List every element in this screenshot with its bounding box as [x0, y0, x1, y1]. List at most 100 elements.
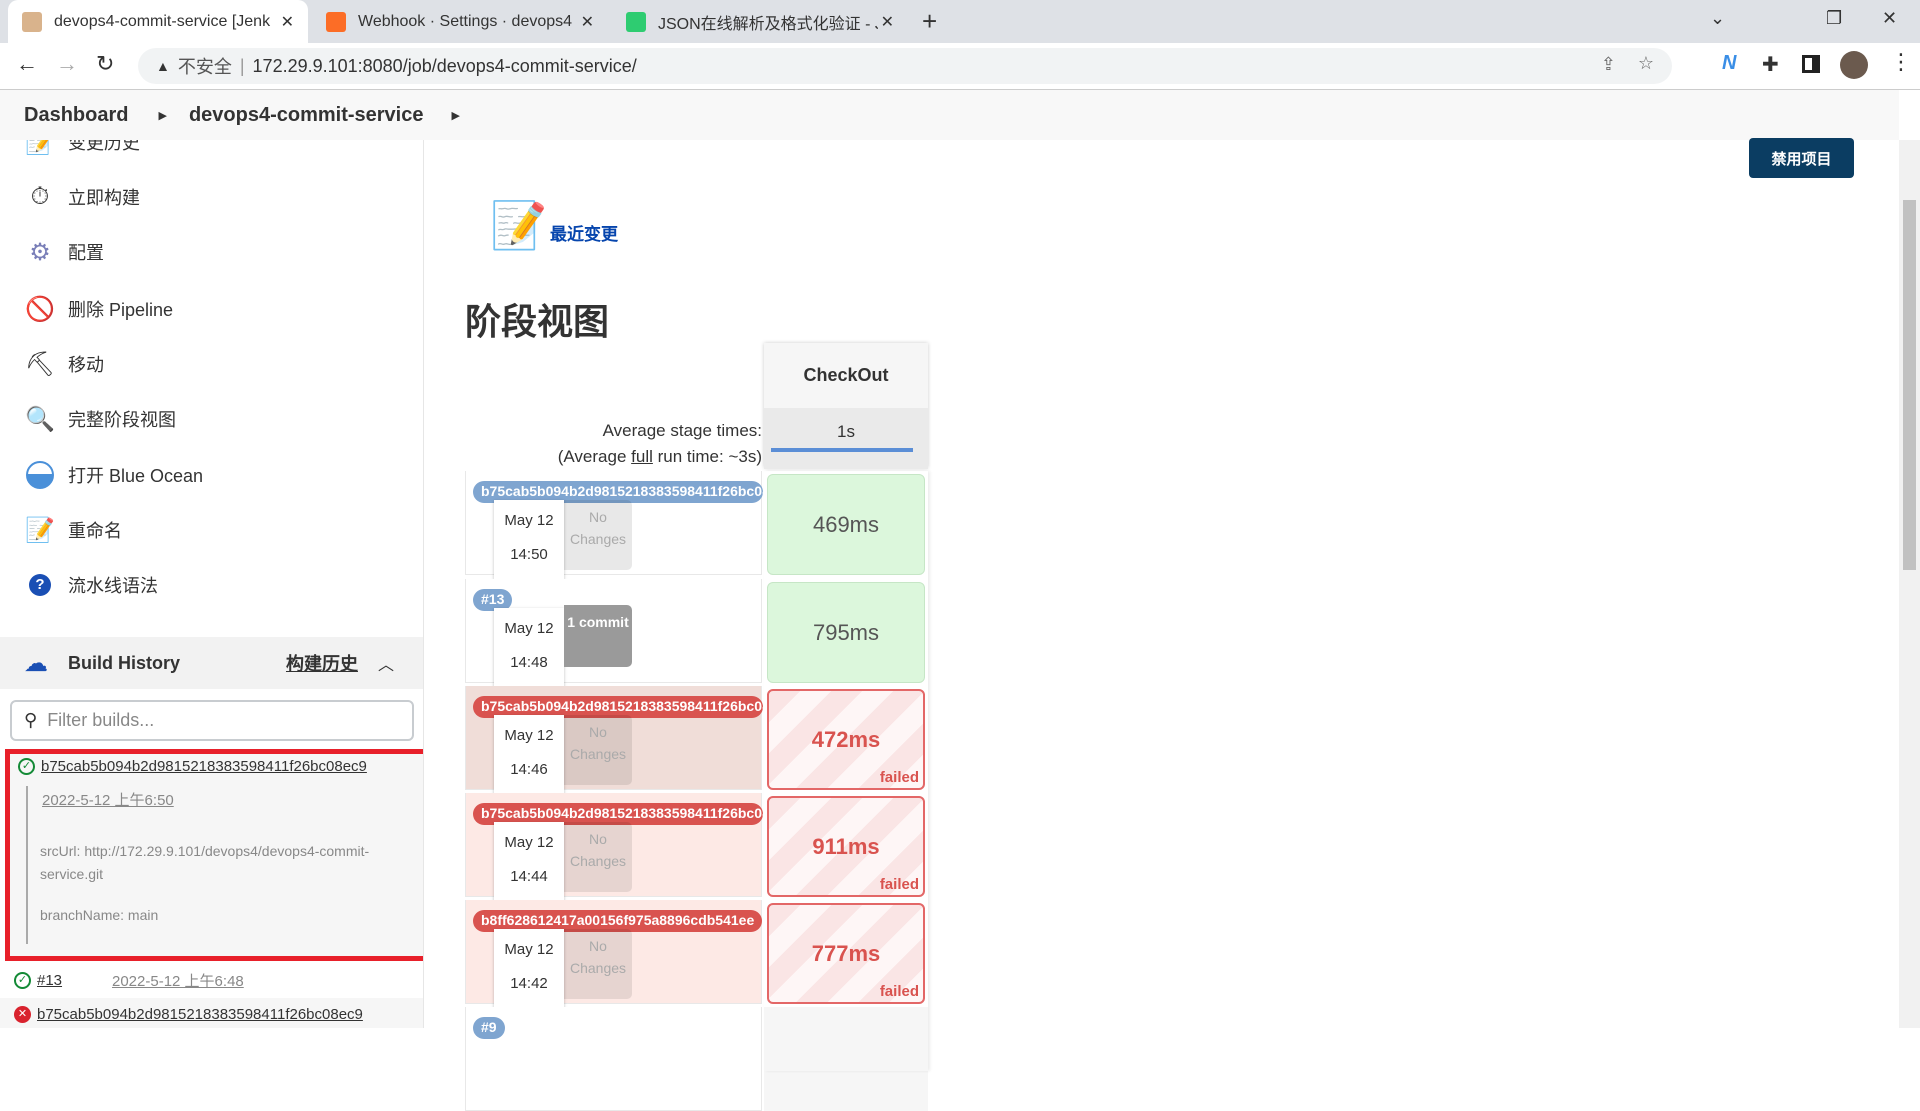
- warning-icon: ▲: [156, 58, 170, 74]
- no-entry-icon: 🚫: [25, 295, 55, 323]
- breadcrumb-dashboard[interactable]: Dashboard: [24, 104, 128, 127]
- failed-label: failed: [879, 876, 919, 893]
- sidebar-item-rename[interactable]: 📝 重命名: [24, 510, 122, 550]
- run-badge[interactable]: #9: [473, 1017, 505, 1039]
- build-history-link[interactable]: 构建历史: [286, 650, 358, 676]
- avg-full-prefix: (Average: [557, 447, 632, 466]
- notepad-icon: 📝: [25, 140, 55, 156]
- sidebar-item-changes[interactable]: 📝 变更历史: [24, 140, 140, 162]
- run-date-day: May 12: [504, 834, 554, 851]
- security-label[interactable]: 不安全: [178, 53, 232, 79]
- clock-play-icon: ⏱: [30, 183, 50, 210]
- build-history-title: Build History: [68, 652, 181, 673]
- menu-icon[interactable]: ⋮: [1890, 49, 1912, 75]
- run-row[interactable]: b75cab5b094b2d9815218383598411f26bc08ec9…: [465, 793, 763, 902]
- run-row[interactable]: b8ff628612417a00156f975a8896cdb541ee May …: [465, 900, 763, 1009]
- stage-header-checkout: CheckOut 1s: [764, 343, 928, 469]
- share-icon[interactable]: ⇪: [1601, 54, 1616, 75]
- run-row[interactable]: #13 May 12 14:48 1 commit: [465, 579, 762, 688]
- build-link[interactable]: b75cab5b094b2d9815218383598411f26bc08ec9: [41, 758, 367, 775]
- scrollbar[interactable]: [1899, 140, 1920, 1028]
- close-tab-icon[interactable]: ✕: [281, 12, 294, 32]
- run-changes[interactable]: 1 commit: [564, 605, 632, 667]
- sidepanel-icon[interactable]: [1802, 55, 1820, 73]
- new-tab-button[interactable]: +: [922, 6, 937, 37]
- run-date-day: May 12: [504, 941, 554, 958]
- minimize-icon[interactable]: ⌄: [1710, 8, 1725, 29]
- close-tab-icon[interactable]: ✕: [881, 12, 894, 32]
- address-bar[interactable]: ▲ 不安全 | 172.29.9.101:8080/job/devops4-co…: [138, 48, 1672, 84]
- sidebar-item-label: 打开 Blue Ocean: [68, 466, 204, 486]
- scrollbar-thumb[interactable]: [1903, 200, 1916, 570]
- stage-view-title: 阶段视图: [465, 301, 610, 342]
- run-date: May 12 14:44: [494, 822, 564, 902]
- build-row: ✓ #13 2022-5-12 上午6:48: [14, 970, 244, 991]
- sidebar-item-label: 配置: [68, 243, 104, 263]
- tab-jenkins[interactable]: devops4-commit-service [Jenk ✕: [8, 0, 308, 43]
- recent-changes-link[interactable]: 最近变更: [550, 220, 618, 245]
- magnifier-icon: 🔍: [25, 405, 55, 433]
- chevron-right-icon[interactable]: ▶: [158, 109, 166, 122]
- tab-webhook[interactable]: Webhook · Settings · devops4 · ✕: [312, 0, 608, 43]
- sidebar-item-label: 重命名: [68, 521, 122, 541]
- run-changes[interactable]: No Changes: [564, 715, 632, 785]
- sidebar-item-full-stage-view[interactable]: 🔍 完整阶段视图: [24, 399, 176, 439]
- run-date-day: May 12: [504, 620, 554, 637]
- stage-duration: 469ms: [812, 511, 880, 537]
- filter-builds-input[interactable]: ⚲ Filter builds...: [10, 700, 414, 741]
- sidebar-item-blue-ocean[interactable]: 打开 Blue Ocean: [24, 455, 203, 495]
- run-row[interactable]: b75cab5b094b2d9815218383598411f26bc08ec9…: [465, 686, 763, 795]
- restore-icon[interactable]: ❐: [1826, 8, 1842, 29]
- filter-placeholder: Filter builds...: [47, 710, 155, 730]
- back-icon[interactable]: ←: [16, 51, 38, 77]
- run-time: 14:44: [510, 868, 548, 885]
- run-row[interactable]: b75cab5b094b2d9815218383598411f26bc08ec9…: [465, 471, 763, 580]
- tab-strip: devops4-commit-service [Jenk ✕ Webhook · …: [0, 0, 1920, 43]
- close-window-icon[interactable]: ✕: [1882, 8, 1897, 29]
- sidebar-item-delete[interactable]: 🚫 删除 Pipeline: [24, 289, 173, 329]
- run-date: May 12 14:46: [494, 715, 564, 795]
- extension-n-icon[interactable]: N: [1722, 52, 1736, 75]
- run-changes[interactable]: No Changes: [564, 929, 632, 999]
- chevron-right-icon[interactable]: ▶: [451, 109, 459, 122]
- url-text[interactable]: 172.29.9.101:8080/job/devops4-commit-ser…: [253, 56, 637, 77]
- run-row[interactable]: #9: [465, 1007, 762, 1111]
- build-date[interactable]: 2022-5-12 上午6:48: [112, 970, 244, 991]
- hand-truck-icon: ⛏: [24, 350, 56, 378]
- avg-full-link[interactable]: full: [631, 447, 653, 466]
- build-date[interactable]: 2022-5-12 上午6:50: [42, 789, 174, 810]
- build-history-header: ☁ Build History 构建历史 ︿: [0, 637, 423, 689]
- failed-label: failed: [879, 769, 919, 786]
- puzzle-icon[interactable]: ✚: [1762, 52, 1779, 77]
- close-tab-icon[interactable]: ✕: [581, 12, 594, 32]
- stage-cell-failed[interactable]: 777ms failed: [767, 903, 925, 1004]
- breadcrumb: Dashboard ▶ devops4-commit-service ▶: [0, 90, 1899, 140]
- stage-cell-failed[interactable]: 911ms failed: [767, 796, 925, 897]
- build-link[interactable]: b75cab5b094b2d9815218383598411f26bc08ec9: [37, 1006, 363, 1023]
- run-date: May 12 14:48: [494, 608, 564, 688]
- tab-title: devops4-commit-service [Jenk: [54, 12, 271, 30]
- reload-icon[interactable]: ↻: [96, 51, 114, 77]
- sidebar-item-build-now[interactable]: ⏱ 立即构建: [24, 177, 140, 217]
- breadcrumb-job[interactable]: devops4-commit-service: [189, 104, 424, 127]
- failed-label: failed: [879, 983, 919, 1000]
- disable-project-button[interactable]: 禁用项目: [1749, 138, 1854, 178]
- forward-icon[interactable]: →: [56, 51, 78, 77]
- run-changes[interactable]: No Changes: [564, 500, 632, 570]
- notepad-icon: 📝: [25, 516, 55, 544]
- toolbar: ← → ↻ ▲ 不安全 | 172.29.9.101:8080/job/devo…: [0, 43, 1920, 90]
- build-link[interactable]: #13: [37, 972, 112, 989]
- avatar[interactable]: [1840, 51, 1868, 79]
- sidebar-item-pipeline-syntax[interactable]: ? 流水线语法: [24, 565, 158, 605]
- stage-cell-success[interactable]: 469ms: [767, 474, 925, 575]
- tab-json[interactable]: JSON在线解析及格式化验证 - JS ✕: [612, 0, 908, 43]
- run-changes[interactable]: No Changes: [564, 822, 632, 892]
- stage-cell-failed[interactable]: 472ms failed: [767, 689, 925, 790]
- success-icon: ✓: [14, 972, 31, 989]
- sidebar-item-move[interactable]: ⛏ 移动: [24, 344, 104, 384]
- chevron-up-icon[interactable]: ︿: [378, 651, 394, 675]
- star-icon[interactable]: ☆: [1638, 53, 1654, 74]
- success-icon: ✓: [18, 758, 35, 775]
- stage-cell-success[interactable]: 795ms: [767, 582, 925, 683]
- sidebar-item-configure[interactable]: ⚙ 配置: [24, 232, 104, 272]
